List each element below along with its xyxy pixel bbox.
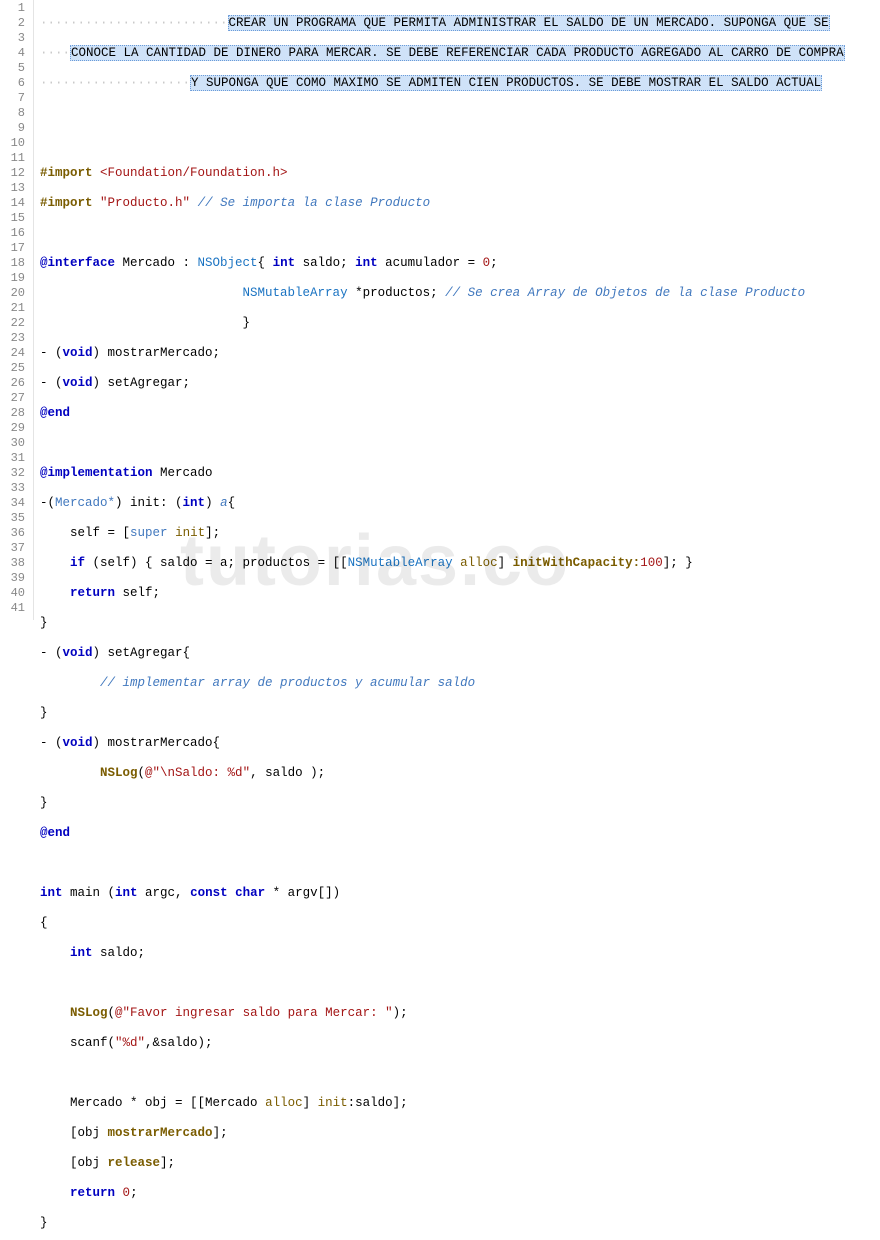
- line-number: 22: [4, 316, 25, 331]
- line-number: 37: [4, 541, 25, 556]
- code-line: }: [40, 616, 880, 631]
- line-number: 17: [4, 241, 25, 256]
- line-number: 29: [4, 421, 25, 436]
- line-number: 35: [4, 511, 25, 526]
- code-line: NSMutableArray *productos; // Se crea Ar…: [40, 286, 880, 301]
- line-number: 31: [4, 451, 25, 466]
- code-line: @interface Mercado : NSObject{ int saldo…: [40, 256, 880, 271]
- code-line: [40, 226, 880, 241]
- code-line: [40, 976, 880, 991]
- code-line: self = [super init];: [40, 526, 880, 541]
- code-line: -(Mercado*) init: (int) a{: [40, 496, 880, 511]
- code-line: // implementar array de productos y acum…: [40, 676, 880, 691]
- line-number: 33: [4, 481, 25, 496]
- line-number: 28: [4, 406, 25, 421]
- code-line: [40, 856, 880, 871]
- code-line: {: [40, 916, 880, 931]
- code-line: #import <Foundation/Foundation.h>: [40, 166, 880, 181]
- code-line: - (void) mostrarMercado;: [40, 346, 880, 361]
- line-number: 38: [4, 556, 25, 571]
- code-line: return 0;: [40, 1186, 880, 1201]
- line-number: 19: [4, 271, 25, 286]
- code-editor: 1234567891011121314151617181920212223242…: [0, 0, 880, 620]
- code-line: - (void) setAgregar;: [40, 376, 880, 391]
- line-number: 39: [4, 571, 25, 586]
- line-number: 34: [4, 496, 25, 511]
- line-number: 9: [4, 121, 25, 136]
- line-number: 26: [4, 376, 25, 391]
- code-line: [obj mostrarMercado];: [40, 1126, 880, 1141]
- line-number: 8: [4, 106, 25, 121]
- code-line: int saldo;: [40, 946, 880, 961]
- line-number: 23: [4, 331, 25, 346]
- line-number: 18: [4, 256, 25, 271]
- line-number: 27: [4, 391, 25, 406]
- line-number: 13: [4, 181, 25, 196]
- line-number: 40: [4, 586, 25, 601]
- code-line: - (void) mostrarMercado{: [40, 736, 880, 751]
- line-number: 4: [4, 46, 25, 61]
- code-line: NSLog(@"Favor ingresar saldo para Mercar…: [40, 1006, 880, 1021]
- code-line: }: [40, 1216, 880, 1231]
- code-line: [obj release];: [40, 1156, 880, 1171]
- line-number: 3: [4, 31, 25, 46]
- code-line: ····CONOCE LA CANTIDAD DE DINERO PARA ME…: [40, 46, 880, 61]
- code-line: int main (int argc, const char * argv[]): [40, 886, 880, 901]
- code-line: return self;: [40, 586, 880, 601]
- line-number: 11: [4, 151, 25, 166]
- line-number: 25: [4, 361, 25, 376]
- code-line: NSLog(@"\nSaldo: %d", saldo );: [40, 766, 880, 781]
- code-line: [40, 1066, 880, 1081]
- line-number: 15: [4, 211, 25, 226]
- code-line: [40, 106, 880, 121]
- code-line: }: [40, 796, 880, 811]
- code-line: scanf("%d",&saldo);: [40, 1036, 880, 1051]
- code-area[interactable]: ·························CREAR UN PROGRA…: [34, 0, 880, 620]
- line-number: 30: [4, 436, 25, 451]
- code-line: [40, 136, 880, 151]
- code-line: Mercado * obj = [[Mercado alloc] init:sa…: [40, 1096, 880, 1111]
- line-number: 5: [4, 61, 25, 76]
- line-number: 16: [4, 226, 25, 241]
- code-line: if (self) { saldo = a; productos = [[NSM…: [40, 556, 880, 571]
- code-line: }: [40, 706, 880, 721]
- line-number: 12: [4, 166, 25, 181]
- line-number: 6: [4, 76, 25, 91]
- line-number: 21: [4, 301, 25, 316]
- code-line: #import "Producto.h" // Se importa la cl…: [40, 196, 880, 211]
- line-number: 20: [4, 286, 25, 301]
- line-number-gutter: 1234567891011121314151617181920212223242…: [0, 0, 34, 620]
- line-number: 10: [4, 136, 25, 151]
- code-line: - (void) setAgregar{: [40, 646, 880, 661]
- line-number: 7: [4, 91, 25, 106]
- line-number: 41: [4, 601, 25, 616]
- code-line: @implementation Mercado: [40, 466, 880, 481]
- code-line: }: [40, 316, 880, 331]
- code-line: ····················Y SUPONGA QUE COMO M…: [40, 76, 880, 91]
- line-number: 32: [4, 466, 25, 481]
- line-number: 1: [4, 1, 25, 16]
- code-line: [40, 436, 880, 451]
- code-line: @end: [40, 826, 880, 841]
- line-number: 14: [4, 196, 25, 211]
- line-number: 24: [4, 346, 25, 361]
- line-number: 2: [4, 16, 25, 31]
- line-number: 36: [4, 526, 25, 541]
- code-line: @end: [40, 406, 880, 421]
- code-line: ·························CREAR UN PROGRA…: [40, 16, 880, 31]
